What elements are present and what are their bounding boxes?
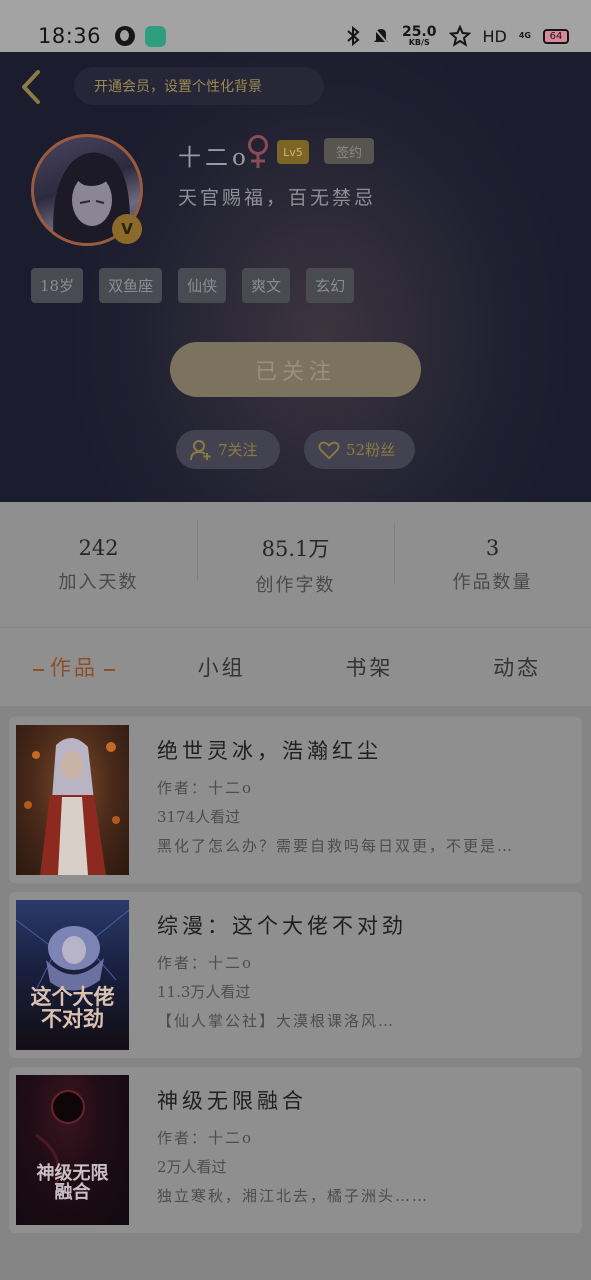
fans-count: 52粉丝 [346, 441, 396, 459]
fans-button[interactable]: 52粉丝 [304, 430, 415, 469]
tab-works[interactable]: 作品 [0, 652, 148, 682]
following-button[interactable]: 7关注 [176, 430, 280, 469]
book-author: 作者：十二o [157, 779, 254, 797]
female-icon [248, 135, 268, 168]
network-speed: 25.0 KB/S [401, 24, 437, 47]
stat-works: 3 作品数量 [394, 521, 591, 594]
back-arrow-icon[interactable] [16, 68, 46, 106]
book-title: 综漫：这个大佬不对劲 [157, 914, 407, 938]
book-views: 2万人看过 [157, 1158, 227, 1176]
stat-label: 创作字数 [255, 574, 336, 596]
level-badge: Lv5 [277, 140, 309, 164]
book-views: 11.3万人看过 [157, 983, 251, 1001]
book-desc: 黑化了怎么办？需要自救吗每日双更，不更是… [157, 837, 515, 855]
tab-bar: 作品 小组 书架 动态 [0, 628, 591, 706]
book-desc: 独立寒秋，湘江北去，橘子洲头…… [157, 1187, 430, 1205]
stat-label: 作品数量 [452, 571, 533, 593]
username: 十二o [178, 145, 250, 171]
book-desc: 【仙人掌公社】大漠根课洛风… [157, 1012, 396, 1030]
book-cover-title: 神级无限融合 [36, 1163, 109, 1203]
tag-list: 18岁 双鱼座 仙侠 爽文 玄幻 [31, 268, 355, 303]
profile-header: 开通会员，设置个性化背景 V 十二o Lv5 签约 天官赐福，百无禁忌 18岁 … [0, 52, 591, 502]
book-views: 3174人看过 [157, 808, 241, 826]
following-count: 7关注 [218, 441, 258, 459]
tab-bookshelf[interactable]: 书架 [296, 652, 444, 682]
stat-value: 242 [78, 535, 119, 560]
vip-banner[interactable]: 开通会员，设置个性化背景 [74, 67, 324, 105]
book-card[interactable]: 这个大佬不对劲 综漫：这个大佬不对劲 作者：十二o 11.3万人看过 【仙人掌公… [9, 892, 582, 1058]
contract-badge: 签约 [324, 138, 374, 164]
tag-age: 18岁 [31, 268, 84, 303]
book-card[interactable]: 神级无限融合 神级无限融合 作者：十二o 2万人看过 独立寒秋，湘江北去，橘子洲… [9, 1067, 582, 1233]
tab-activity[interactable]: 动态 [443, 652, 591, 682]
heart-icon [318, 441, 340, 460]
tag-genre-shuangwen: 爽文 [242, 268, 291, 303]
book-title: 神级无限融合 [157, 1089, 307, 1113]
book-author: 作者：十二o [157, 1129, 254, 1147]
globe-icon [115, 26, 136, 46]
bluetooth-icon [347, 26, 360, 46]
tag-zodiac: 双鱼座 [99, 268, 163, 303]
book-cover [16, 725, 129, 875]
stat-label: 加入天数 [58, 571, 139, 593]
follow-button[interactable]: 已关注 [170, 342, 421, 397]
hd-indicator: HD [482, 26, 507, 46]
book-cover: 神级无限融合 [16, 1075, 129, 1225]
signal-icon: 4G [518, 31, 531, 40]
stat-value: 85.1万 [261, 536, 330, 561]
stats-row: 242 加入天数 85.1万 创作字数 3 作品数量 [0, 502, 591, 627]
book-cover-title: 这个大佬不对劲 [30, 984, 115, 1032]
stat-value: 3 [485, 535, 500, 560]
app-notification-icon [145, 25, 167, 47]
star-icon [448, 25, 471, 47]
book-card[interactable]: 绝世灵冰，浩瀚红尘 作者：十二o 3174人看过 黑化了怎么办？需要自救吗每日双… [9, 717, 582, 883]
book-author: 作者：十二o [157, 954, 254, 972]
stat-words: 85.1万 创作字数 [197, 518, 394, 597]
book-title: 绝世灵冰，浩瀚红尘 [157, 739, 382, 763]
add-user-icon [190, 439, 211, 460]
status-time: 18:36 [38, 24, 102, 48]
mute-bell-icon [373, 27, 389, 45]
tag-genre-xuanhuan: 玄幻 [306, 268, 355, 303]
stat-days: 242 加入天数 [0, 536, 197, 594]
tag-genre-xianxia: 仙侠 [178, 268, 227, 303]
book-cover: 这个大佬不对劲 [16, 900, 129, 1050]
verified-badge: V [112, 214, 142, 244]
tab-groups[interactable]: 小组 [148, 652, 296, 682]
user-bio: 天官赐福，百无禁忌 [178, 187, 377, 209]
battery-icon: 64 [543, 28, 569, 44]
